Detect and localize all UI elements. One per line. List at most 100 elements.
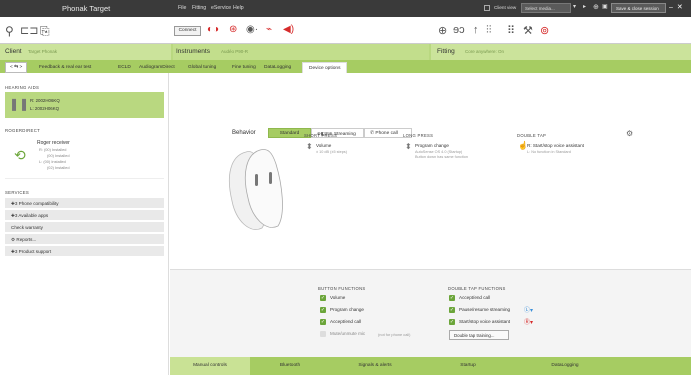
short-press-title: SHORT PRESS bbox=[304, 133, 338, 138]
double-tap-functions-title: DOUBLE TAP FUNCTIONS bbox=[448, 286, 506, 291]
client-icon[interactable]: ⚲ bbox=[5, 24, 14, 38]
window-icon[interactable]: ▣ bbox=[602, 3, 608, 10]
client-segment[interactable] bbox=[0, 44, 171, 60]
equalizer-icon[interactable]: ⫶⫶ bbox=[486, 24, 492, 37]
double-tap-title: DOUBLE TAP bbox=[517, 133, 547, 138]
services-title: SERVICES bbox=[5, 190, 30, 195]
feedback-icon[interactable]: ⊚ bbox=[540, 24, 549, 37]
device-options-panel: Behavior Standard ⊕◧⊞⊕ Streaming ✆ Phone… bbox=[170, 73, 691, 269]
phone-icon: ✆ bbox=[370, 131, 375, 136]
sound-icon[interactable]: ◀) bbox=[283, 24, 294, 35]
tab-manual-controls[interactable]: Manual controls bbox=[170, 357, 250, 375]
client-name: Target Phonak bbox=[28, 49, 58, 54]
fitting-tabs: < ⇆ > Feedback & real ear test ECLD Audi… bbox=[0, 60, 691, 73]
client-view-checkbox[interactable] bbox=[484, 5, 490, 11]
instruments-segment[interactable] bbox=[173, 44, 429, 60]
save-close-button[interactable]: Save & close session bbox=[611, 3, 666, 13]
service-phone-compatibility[interactable]: ✚3 Phone compatibility bbox=[5, 198, 164, 209]
short-press-value: Volume bbox=[316, 143, 332, 148]
tab-audiogramdirect[interactable]: AudiogramDirect bbox=[133, 62, 181, 73]
tab-datalogging[interactable]: DataLogging bbox=[258, 62, 297, 73]
roger-line: (00) Installed bbox=[47, 153, 70, 158]
signal-icon[interactable]: ⠿ bbox=[507, 24, 515, 37]
ha-right-serial: R: 2002H06KQ bbox=[30, 98, 60, 103]
chevron-down-icon[interactable]: ▾ bbox=[573, 3, 576, 10]
instruments-value: Audéo P90-R bbox=[221, 49, 249, 54]
help-icon[interactable]: ⊕ bbox=[593, 3, 599, 11]
streaming-ear-select[interactable]: Ⓛ▾ bbox=[524, 305, 533, 314]
tab-signals-alerts[interactable]: Signals & alerts bbox=[330, 357, 420, 375]
short-press-note: ± 10 dB (±5 steps) bbox=[316, 150, 347, 154]
tab-navigation-arrows[interactable]: < ⇆ > bbox=[5, 62, 28, 73]
service-check-warranty[interactable]: Check warranty bbox=[5, 222, 164, 233]
client-label: Client bbox=[5, 48, 22, 55]
toolbar: ⚲ ⊏⊐ ⎘ Connect ◐◑ ⊛ ◉· ⌁ ◀) ⊕ ɘↄ ↑ ⫶⫶ ⠿ … bbox=[0, 17, 691, 44]
long-press-note: AutoSense OS 4.0 (Startup) bbox=[415, 150, 463, 154]
fitting-label: Fitting bbox=[437, 48, 455, 55]
double-tap-training-button[interactable]: Double tap training... bbox=[449, 330, 509, 340]
client-view-label: Client view bbox=[494, 5, 517, 10]
noahlink-icon[interactable]: ⊛ bbox=[229, 24, 237, 35]
window-controls[interactable]: – ✕ bbox=[669, 3, 684, 11]
session-header: Client Target Phonak Instruments Audéo P… bbox=[0, 44, 691, 60]
hearing-aids-title: HEARING AIDS bbox=[5, 85, 40, 90]
menu-help[interactable]: Help bbox=[233, 5, 244, 11]
tab-bluetooth[interactable]: Bluetooth bbox=[255, 357, 325, 375]
connect-devices-icon[interactable]: ◐◑ bbox=[207, 24, 219, 35]
menu-eservice[interactable]: eService bbox=[211, 5, 231, 11]
wrench-icon[interactable]: ⚒ bbox=[523, 24, 533, 37]
long-press-note: Button down has same function bbox=[415, 155, 468, 159]
tab-fine-tuning[interactable]: Fine tuning bbox=[226, 62, 262, 73]
dt-pause-streaming-checkbox[interactable]: ✓ bbox=[449, 307, 455, 313]
menu-fitting[interactable]: Fitting bbox=[192, 5, 206, 11]
program-change-label: Program change bbox=[330, 307, 364, 312]
behavior-label: Behavior bbox=[232, 130, 256, 136]
roger-card[interactable]: ⟲ Roger receiver R: (00) Installed (00) … bbox=[5, 135, 164, 179]
dt-voice-assistant-label: Start/stop voice assistant bbox=[459, 319, 511, 324]
tab-device-options[interactable]: Device options bbox=[302, 62, 348, 73]
tab-startup[interactable]: Startup bbox=[428, 357, 508, 375]
audiogram-icon[interactable]: ⊏⊐ bbox=[20, 24, 38, 37]
document-icon[interactable]: ⎘ bbox=[40, 24, 50, 39]
double-tap-right: R: Start/stop voice assistant bbox=[527, 143, 584, 148]
button-press-icon: ⬍ bbox=[405, 142, 412, 151]
app-title: Phonak Target bbox=[62, 4, 111, 13]
functions-panel: BUTTON FUNCTIONS ✓ Volume ✓ Program chan… bbox=[170, 269, 691, 357]
instruments-label: Instruments bbox=[176, 48, 210, 55]
dt-voice-assistant-checkbox[interactable]: ✓ bbox=[449, 319, 455, 325]
arrow-up-icon[interactable]: ↑ bbox=[473, 24, 479, 36]
service-available-apps[interactable]: ✚3 Available apps bbox=[5, 210, 164, 221]
rogerdirect-title: ROGERDIRECT bbox=[5, 128, 41, 133]
dt-accept-call-label: Accept/end call bbox=[459, 295, 491, 300]
voice-assistant-ear-select[interactable]: Ⓡ▾ bbox=[524, 317, 533, 326]
hearing-aid-icon[interactable]: ◉· bbox=[246, 24, 258, 35]
service-reports[interactable]: ⚙ Reports... bbox=[5, 234, 164, 245]
phone-call-label: Phone call bbox=[375, 131, 398, 136]
roger-line: L: (00) Installed bbox=[39, 159, 66, 164]
connect-button[interactable]: Connect bbox=[174, 26, 201, 36]
long-press-value: Program change bbox=[415, 143, 449, 148]
phone-icon[interactable]: ⌁ bbox=[266, 24, 272, 35]
mute-mic-checkbox[interactable] bbox=[320, 331, 326, 337]
target-icon[interactable]: ⊕ bbox=[438, 24, 447, 37]
select-media-dropdown[interactable]: Select media... bbox=[521, 3, 571, 13]
tab-global-tuning[interactable]: Global tuning bbox=[182, 62, 222, 73]
play-icon[interactable]: ▸ bbox=[583, 3, 586, 10]
program-change-checkbox[interactable]: ✓ bbox=[320, 307, 326, 313]
accept-end-call-label: Accept/end call bbox=[330, 319, 362, 324]
ears-icon[interactable]: ɘↄ bbox=[453, 24, 465, 36]
volume-checkbox[interactable]: ✓ bbox=[320, 295, 326, 301]
hearing-aids-card[interactable]: ❚❚ R: 2002H06KQ L: 2002H06KQ bbox=[5, 92, 164, 118]
accept-end-call-checkbox[interactable]: ✓ bbox=[320, 319, 326, 325]
tab-feedback[interactable]: Feedback & real ear test bbox=[33, 62, 97, 73]
dt-accept-call-checkbox[interactable]: ✓ bbox=[449, 295, 455, 301]
roger-name: Roger receiver bbox=[37, 140, 70, 146]
button-functions-title: BUTTON FUNCTIONS bbox=[318, 286, 366, 291]
menu-file[interactable]: File bbox=[178, 5, 186, 11]
double-tap-left: L: No function in Standard bbox=[527, 150, 571, 154]
mute-mic-note: (not for phone call) bbox=[378, 332, 411, 337]
service-product-support[interactable]: ✚3 Product support bbox=[5, 246, 164, 257]
settings-gear-icon[interactable]: ⚙ bbox=[626, 129, 633, 138]
volume-label: Volume bbox=[330, 295, 346, 300]
tab-datalogging-bottom[interactable]: DataLogging bbox=[510, 357, 620, 375]
